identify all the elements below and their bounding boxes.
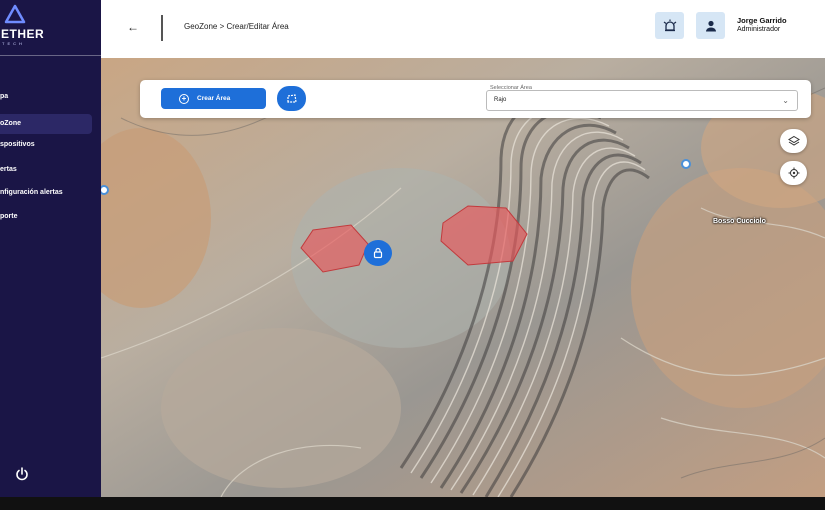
crosshair-icon	[788, 167, 799, 179]
layers-button[interactable]	[780, 129, 807, 153]
user-icon	[705, 20, 716, 31]
sidebar-item-reporte[interactable]: porte	[0, 207, 92, 227]
sidebar-item-label: oZone	[0, 120, 21, 127]
logo-text: ETHER	[1, 27, 45, 41]
layers-icon	[787, 135, 800, 146]
user-role: Administrador	[737, 26, 781, 33]
sidebar-item-geozone[interactable]: oZone	[0, 114, 92, 134]
chevron-down-icon: ⌄	[782, 96, 789, 105]
area-toolbar: + Crear Área Seleccionar Área Rajo ⌄	[140, 80, 811, 118]
header-divider	[161, 15, 163, 41]
back-arrow-icon[interactable]: ←	[124, 16, 142, 38]
add-circle-icon: +	[179, 93, 189, 104]
map-location-marker-icon[interactable]	[681, 159, 691, 169]
select-area-dropdown[interactable]: Rajo ⌄	[486, 90, 798, 111]
sidebar-item-mapa[interactable]: pa	[0, 87, 92, 107]
power-icon[interactable]	[14, 466, 30, 482]
sidebar: ETHER TECH pa oZone spositivos ertas nfi…	[0, 0, 101, 497]
area-pin-button[interactable]	[364, 240, 392, 266]
create-area-button[interactable]: + Crear Área	[161, 88, 266, 109]
sidebar-item-label: nfiguración alertas	[0, 189, 63, 196]
sidebar-item-label: spositivos	[0, 141, 35, 148]
lock-icon	[373, 247, 383, 259]
sidebar-item-alertas[interactable]: ertas	[0, 160, 92, 180]
sidebar-item-label: ertas	[0, 166, 17, 173]
map-place-label: Bosso Cucciolo	[713, 218, 766, 225]
alarm-button[interactable]	[655, 12, 684, 39]
sidebar-item-label: pa	[0, 93, 9, 100]
select-area-value: Rajo	[494, 97, 507, 103]
logo-triangle-icon	[4, 4, 26, 24]
map-terrain	[101, 58, 825, 497]
edit-area-button[interactable]	[277, 86, 306, 111]
sidebar-item-label: porte	[0, 213, 18, 220]
my-location-button[interactable]	[780, 161, 807, 185]
sidebar-item-configuracion-alertas[interactable]: nfiguración alertas	[0, 183, 92, 203]
breadcrumb: GeoZone > Crear/Editar Área	[184, 22, 289, 31]
satellite-map[interactable]: Bosso Cucciolo	[101, 58, 825, 497]
create-area-label: Crear Área	[197, 95, 231, 102]
bottom-bar	[0, 497, 825, 510]
alarm-icon	[663, 19, 676, 31]
user-name: Jorge Garrido	[737, 16, 787, 25]
top-header: ← GeoZone > Crear/Editar Área Jorge Garr…	[101, 0, 825, 58]
user-profile-button[interactable]	[696, 12, 725, 39]
polygon-draw-icon	[286, 93, 297, 103]
brand-logo: ETHER TECH	[0, 0, 101, 56]
sidebar-item-dispositivos[interactable]: spositivos	[0, 135, 92, 155]
logo-subtitle: TECH	[2, 41, 25, 46]
